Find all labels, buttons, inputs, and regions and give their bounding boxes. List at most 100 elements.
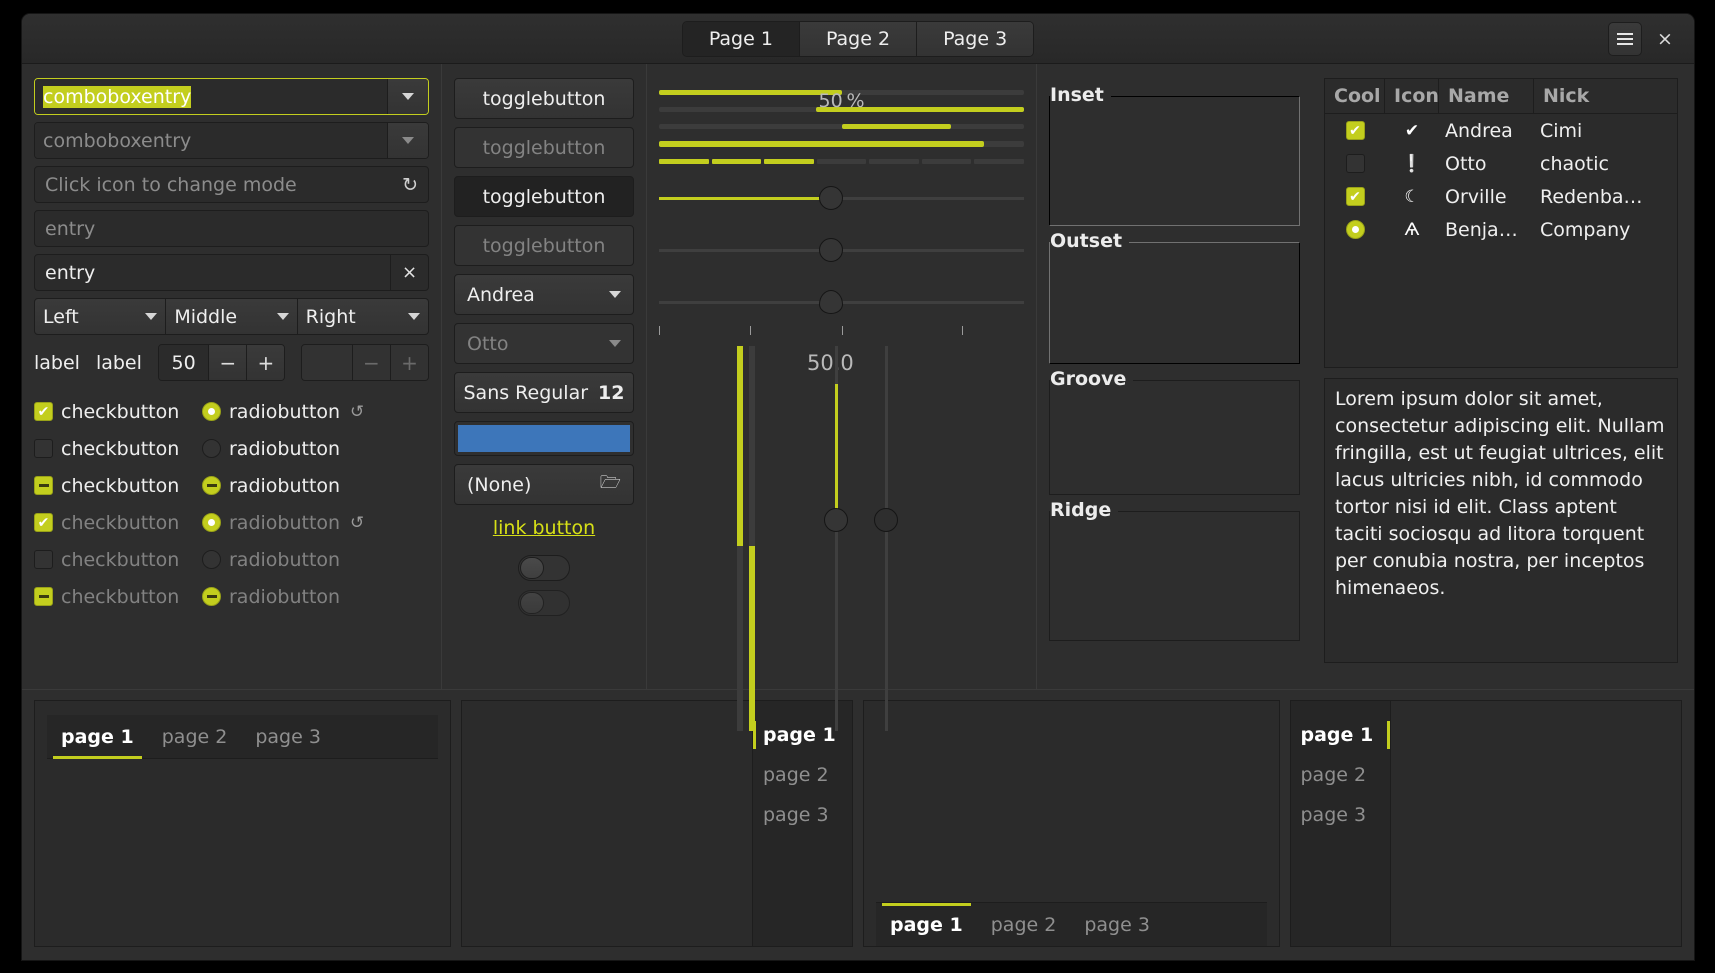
notebook-top-tab-2[interactable]: page 2: [148, 715, 242, 759]
combo-right[interactable]: Right: [297, 298, 429, 335]
vertical-scale-1[interactable]: 50.0: [807, 346, 854, 731]
vertical-scale-2[interactable]: [871, 346, 901, 731]
scale-1-knob[interactable]: [818, 186, 843, 210]
togglebutton-1[interactable]: togglebutton: [454, 78, 634, 119]
notebook-top-tab-3[interactable]: page 3: [241, 715, 335, 759]
checkbox-icon[interactable]: [34, 550, 53, 569]
table-row[interactable]: ✔ ☾ Orville Redenba…: [1325, 180, 1677, 213]
scale-2[interactable]: [659, 228, 1024, 274]
column-header-name[interactable]: Name: [1439, 79, 1534, 113]
radio-icon[interactable]: [202, 550, 221, 569]
notebook-right-tab-2[interactable]: page 2: [753, 755, 852, 795]
stack-tab-page-2[interactable]: Page 2: [799, 21, 918, 56]
scale-1[interactable]: [659, 176, 1024, 222]
scale-2-knob[interactable]: [818, 238, 843, 262]
checkbutton[interactable]: checkbutton: [34, 475, 202, 497]
comboboxentry-focused-text[interactable]: comboboxentry: [35, 79, 388, 114]
radio-icon[interactable]: [202, 476, 221, 495]
switch-toggle-1[interactable]: [518, 555, 570, 581]
checkbutton[interactable]: checkbutton: [34, 586, 202, 608]
row-checkbox-icon[interactable]: ✔: [1345, 187, 1365, 206]
notebook-left-tab-1[interactable]: page 1: [1291, 715, 1390, 755]
vertical-scale-2-knob[interactable]: [874, 508, 898, 532]
table-row[interactable]: ❕ Otto chaotic: [1325, 147, 1677, 180]
cell-cool[interactable]: [1325, 154, 1385, 173]
row-checkbox-icon[interactable]: [1345, 154, 1365, 173]
checkbox-icon[interactable]: [34, 439, 53, 458]
spin-button[interactable]: 50 − +: [157, 344, 286, 381]
row-radio-icon[interactable]: [1345, 220, 1365, 239]
comboboxentry-empty[interactable]: comboboxentry: [34, 122, 429, 159]
stack-tab-page-1[interactable]: Page 1: [682, 21, 800, 56]
cell-cool[interactable]: ✔: [1325, 187, 1385, 206]
notebook-right-tab-1[interactable]: page 1: [753, 715, 852, 755]
notebook-right-tabs[interactable]: page 1 page 2 page 3: [752, 701, 852, 946]
scale-3-knob[interactable]: [818, 290, 843, 314]
text-view[interactable]: Lorem ipsum dolor sit amet, consectetur …: [1324, 378, 1678, 663]
checkbox-icon[interactable]: ✔: [34, 402, 53, 421]
stack-switcher[interactable]: Page 1 Page 2 Page 3: [681, 20, 1035, 57]
tree-view[interactable]: Cool Icon Name Nick ✔ ✔ Andrea Cimi ❕ Otto cha…: [1324, 78, 1678, 368]
radiobutton[interactable]: radiobutton: [202, 586, 350, 608]
radiobutton[interactable]: radiobutton: [202, 549, 350, 571]
checkbox-icon[interactable]: ✔: [34, 513, 53, 532]
combobox-andrea[interactable]: Andrea: [454, 274, 634, 315]
vertical-scale-1-knob[interactable]: [824, 508, 848, 532]
notebook-bottom-tab-2[interactable]: page 2: [977, 903, 1071, 947]
comboboxentry-placeholder[interactable]: comboboxentry: [35, 123, 388, 158]
radio-icon[interactable]: [202, 513, 221, 532]
font-button[interactable]: Sans Regular 12: [454, 372, 634, 413]
checkbutton[interactable]: ✔ checkbutton: [34, 512, 202, 534]
row-checkbox-icon[interactable]: ✔: [1345, 121, 1365, 140]
radio-icon[interactable]: [202, 587, 221, 606]
radiobutton[interactable]: radiobutton: [202, 512, 350, 534]
radiobutton[interactable]: radiobutton: [202, 401, 350, 423]
stack-tab-page-3[interactable]: Page 3: [917, 21, 1034, 56]
radio-icon[interactable]: [202, 402, 221, 421]
notebook-top-tabs[interactable]: page 1 page 2 page 3: [47, 715, 438, 759]
refresh-icon[interactable]: ↻: [402, 174, 418, 196]
color-button[interactable]: [454, 421, 634, 456]
file-chooser-button[interactable]: (None) 🗁: [454, 464, 634, 505]
checkbutton[interactable]: ✔ checkbutton: [34, 401, 202, 423]
checkbox-icon[interactable]: [34, 587, 53, 606]
cell-cool[interactable]: [1325, 220, 1385, 239]
link-button[interactable]: link button: [454, 517, 634, 539]
combo-middle[interactable]: Middle: [166, 298, 298, 335]
spin-minus-button[interactable]: −: [208, 345, 247, 380]
chevron-down-icon[interactable]: [388, 79, 428, 114]
notebook-bottom-tab-1[interactable]: page 1: [876, 902, 977, 947]
checkbox-icon[interactable]: [34, 476, 53, 495]
comboboxentry-focused[interactable]: comboboxentry: [34, 78, 429, 115]
notebook-right-tab-3[interactable]: page 3: [753, 795, 852, 835]
checkbutton[interactable]: checkbutton: [34, 438, 202, 460]
notebook-left-tabs[interactable]: page 1 page 2 page 3: [1290, 701, 1391, 946]
table-row[interactable]: Ѧ Benja… Company: [1325, 213, 1677, 246]
combo-left[interactable]: Left: [34, 298, 167, 335]
scale-3-with-marks[interactable]: [659, 280, 1024, 326]
chevron-down-icon[interactable]: [388, 123, 428, 158]
radiobutton[interactable]: radiobutton: [202, 438, 350, 460]
column-header-cool[interactable]: Cool: [1325, 79, 1385, 113]
radio-icon[interactable]: [202, 439, 221, 458]
table-row[interactable]: ✔ ✔ Andrea Cimi: [1325, 114, 1677, 147]
radiobutton[interactable]: radiobutton: [202, 475, 350, 497]
spin-value[interactable]: 50: [158, 345, 209, 380]
clear-icon[interactable]: ×: [390, 254, 428, 291]
column-header-nick[interactable]: Nick: [1534, 79, 1677, 113]
togglebutton-3-active[interactable]: togglebutton: [454, 176, 634, 217]
spin-plus-button[interactable]: +: [246, 345, 285, 380]
checkbutton[interactable]: checkbutton: [34, 549, 202, 571]
icon-entry[interactable]: Click icon to change mode ↻: [34, 166, 429, 203]
notebook-top-tab-1[interactable]: page 1: [47, 715, 148, 759]
close-icon[interactable]: ×: [1650, 22, 1680, 56]
notebook-left-tab-2[interactable]: page 2: [1291, 755, 1390, 795]
notebook-bottom-tab-3[interactable]: page 3: [1070, 903, 1164, 947]
cell-cool[interactable]: ✔: [1325, 121, 1385, 140]
hamburger-menu-icon[interactable]: [1608, 22, 1642, 56]
clearable-entry[interactable]: entry ×: [34, 254, 429, 291]
notebook-bottom-tabs[interactable]: page 1 page 2 page 3: [876, 902, 1267, 946]
column-header-icon[interactable]: Icon: [1385, 79, 1439, 113]
notebook-left-tab-3[interactable]: page 3: [1291, 795, 1390, 835]
plain-entry[interactable]: entry: [34, 210, 429, 247]
